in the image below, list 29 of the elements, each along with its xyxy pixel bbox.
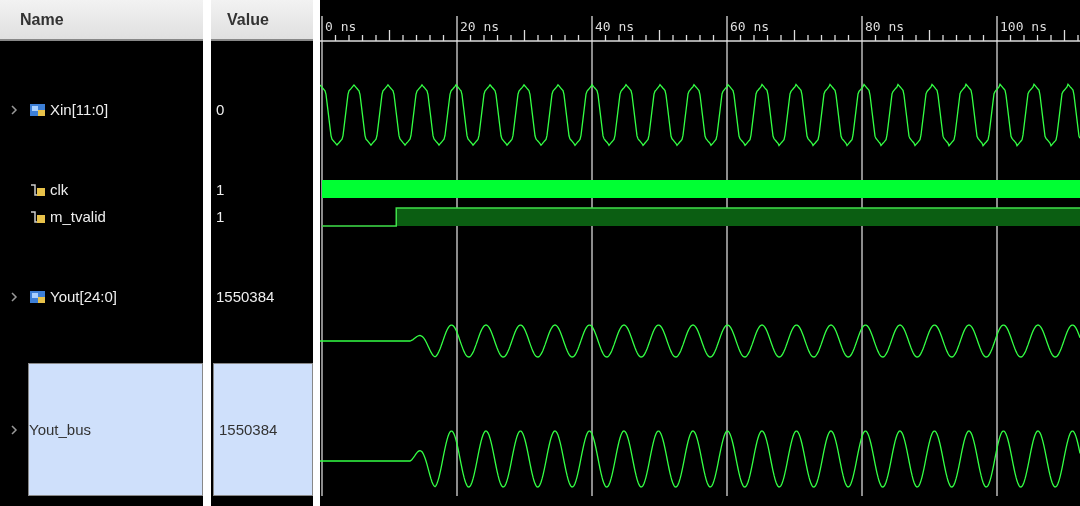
bus-icon bbox=[30, 102, 46, 117]
time-label: 80 ns bbox=[865, 19, 905, 34]
time-label: 20 ns bbox=[460, 19, 500, 34]
time-label: 40 ns bbox=[595, 19, 635, 34]
signal-name: Yout_bus bbox=[29, 421, 91, 438]
signal-name-row[interactable]: m_tvalid bbox=[0, 203, 203, 230]
signal-value: 0 bbox=[215, 100, 226, 120]
signal-name: Xin[11:0] bbox=[50, 101, 109, 118]
time-label: 0 ns bbox=[325, 19, 357, 34]
bus-icon bbox=[30, 289, 46, 304]
value-column-header[interactable]: Value bbox=[211, 0, 313, 41]
signal-name-row[interactable]: Xin[11:0] bbox=[0, 43, 203, 176]
signal-name: Yout[24:0] bbox=[50, 288, 117, 305]
signal-value: 1550384 bbox=[215, 287, 276, 307]
bit-signal-icon bbox=[30, 209, 46, 224]
signal-name-row[interactable]: clk bbox=[0, 176, 203, 203]
signal-value: 1 bbox=[215, 180, 226, 200]
signal-name: m_tvalid bbox=[50, 208, 106, 225]
signal-value: 1 bbox=[215, 207, 226, 227]
time-label: 60 ns bbox=[730, 19, 770, 34]
chevron-icon[interactable] bbox=[10, 424, 18, 435]
chevron-icon[interactable] bbox=[10, 291, 18, 302]
time-label: 100 ns bbox=[1000, 19, 1047, 34]
chevron-icon[interactable] bbox=[10, 104, 18, 115]
signal-name: clk bbox=[50, 181, 69, 198]
signal-value: 1550384 bbox=[213, 363, 313, 496]
bit-signal-icon bbox=[30, 182, 46, 197]
name-column-header[interactable]: Name bbox=[0, 0, 203, 41]
signal-name-row[interactable]: Yout[24:0] bbox=[0, 230, 203, 363]
